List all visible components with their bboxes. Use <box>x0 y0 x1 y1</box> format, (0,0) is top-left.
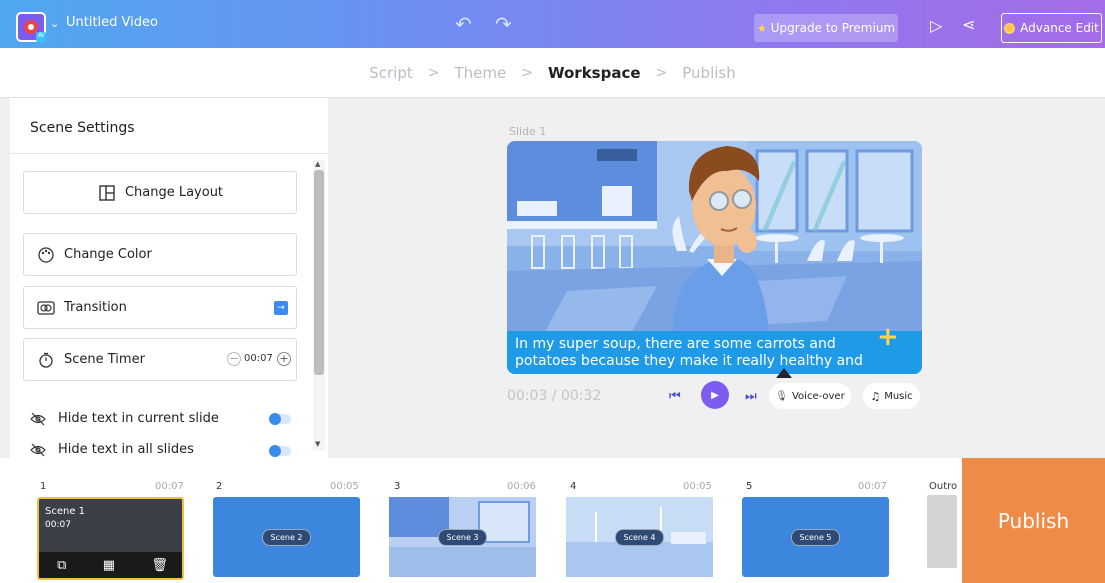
hide-text-current-label: Hide text in current slide <box>58 411 219 426</box>
app-logo[interactable]: AI <box>16 12 46 42</box>
skip-back-icon[interactable]: ⏮ <box>669 389 681 404</box>
scroll-down-icon[interactable]: ▼ <box>315 440 320 448</box>
layout-grid-icon[interactable]: ▦ <box>103 558 115 573</box>
scene-thumb-label: Scene 3 <box>438 528 487 546</box>
scene-duration: 00:05 <box>683 481 712 492</box>
timer-increment-button[interactable]: + <box>277 352 291 366</box>
music-label: Music <box>884 390 913 402</box>
step-separator: > <box>427 64 440 81</box>
caption-line-2: potatoes because they make it really hea… <box>515 353 863 369</box>
scene-thumb-label: Scene 5 <box>791 528 840 546</box>
scene-number: 2 <box>216 481 223 492</box>
voiceover-button[interactable]: 🎙 Voice-over <box>769 383 851 409</box>
scene-timer-label: Scene Timer <box>64 352 145 367</box>
change-layout-button[interactable]: Change Layout <box>23 171 297 214</box>
scene-settings-panel: Scene Settings Change Layout Change Colo… <box>10 98 328 458</box>
stepper-nav: Script > Theme > Workspace > Publish <box>0 48 1105 98</box>
scene-tools: ⧉ ▦ 🗑 <box>39 552 182 578</box>
scene-thumb-time: 00:07 <box>45 520 71 530</box>
transition-arrow-icon[interactable]: → <box>274 301 288 315</box>
caption-marker-icon <box>776 368 792 378</box>
music-icon: ♫ <box>870 389 881 403</box>
scroll-up-icon[interactable]: ▲ <box>315 160 320 168</box>
scrollbar-thumb[interactable] <box>314 170 324 375</box>
scene-thumbnail-2[interactable]: Scene 2 <box>213 497 360 577</box>
scene-thumbnail-3[interactable]: Scene 3 <box>389 497 536 577</box>
outro-thumbnail[interactable] <box>927 495 957 568</box>
step-workspace[interactable]: Workspace <box>548 64 641 82</box>
scene-number: 3 <box>394 481 401 492</box>
scene-duration: 00:06 <box>507 481 536 492</box>
skip-forward-icon[interactable]: ⏭ <box>745 389 757 404</box>
scene-thumbnail-5[interactable]: Scene 5 <box>742 497 889 577</box>
upgrade-label: Upgrade to Premium <box>770 21 896 35</box>
scene-thumb-label: Scene 2 <box>262 528 311 546</box>
step-theme[interactable]: Theme <box>455 64 507 82</box>
step-separator: > <box>521 64 533 81</box>
mic-icon: 🎙 <box>775 390 788 402</box>
play-button[interactable]: ▶ <box>701 381 729 409</box>
eye-off-icon <box>30 443 50 457</box>
publish-button[interactable]: Publish <box>962 458 1105 583</box>
scene-duration: 00:05 <box>330 481 359 492</box>
change-color-label: Change Color <box>64 247 152 262</box>
scene-thumb-label: Scene 1 <box>45 506 86 517</box>
video-title[interactable]: Untitled Video <box>66 15 158 30</box>
transition-button[interactable]: Transition → <box>23 286 297 329</box>
caption-line-1: In my super soup, there are some carrots… <box>515 336 836 352</box>
slide-label: Slide 1 <box>509 125 547 138</box>
timer-decrement-button[interactable]: − <box>227 352 241 366</box>
transition-icon <box>36 298 56 318</box>
advance-edit-button[interactable]: Advance Edit <box>1001 13 1102 43</box>
scene-thumbnail-1[interactable]: Scene 1 00:07 ⧉ ▦ 🗑 <box>37 497 184 580</box>
scene-timer-row: Scene Timer − 00:07 + <box>23 338 297 381</box>
playback-time: 00:03 / 00:32 <box>507 388 602 404</box>
hide-text-all-row: Hide text in all slides <box>30 442 194 457</box>
outro-label: Outro <box>929 481 958 492</box>
share-icon[interactable]: ⋖ <box>962 15 975 34</box>
star-icon: ★ <box>756 21 767 35</box>
step-script[interactable]: Script <box>369 64 413 82</box>
scene-duration: 00:07 <box>858 481 887 492</box>
advance-edit-icon <box>1004 22 1016 34</box>
chevron-down-icon[interactable]: ⌄ <box>50 17 59 30</box>
scene-thumbnail-4[interactable]: Scene 4 <box>566 497 713 577</box>
change-color-button[interactable]: Change Color <box>23 233 297 276</box>
timer-icon <box>36 350 56 370</box>
sparkle-icon: + <box>877 322 899 352</box>
hide-text-all-toggle[interactable] <box>269 445 291 457</box>
hide-text-current-row: Hide text in current slide <box>30 411 219 426</box>
redo-icon[interactable]: ↷ <box>495 12 512 36</box>
caption-overlay[interactable]: In my super soup, there are some carrots… <box>507 331 922 374</box>
scene-number: 1 <box>40 481 47 492</box>
scene-duration: 00:07 <box>155 481 184 492</box>
scene-number: 5 <box>746 481 753 492</box>
scene-thumb-label: Scene 4 <box>615 528 664 546</box>
palette-icon <box>36 245 56 265</box>
settings-scrollbar[interactable]: ▲ ▼ <box>313 160 325 450</box>
panel-title: Scene Settings <box>30 120 135 136</box>
step-publish[interactable]: Publish <box>682 64 735 82</box>
undo-icon[interactable]: ↶ <box>455 12 472 36</box>
music-button[interactable]: ♫ Music <box>863 383 920 409</box>
divider <box>10 153 328 154</box>
timer-value[interactable]: 00:07 <box>244 353 273 364</box>
step-separator: > <box>655 64 668 81</box>
eye-off-icon <box>30 412 50 426</box>
hide-text-current-toggle[interactable] <box>269 413 291 425</box>
hide-text-all-label: Hide text in all slides <box>58 442 194 457</box>
change-layout-label: Change Layout <box>124 185 224 200</box>
duplicate-icon[interactable]: ⧉ <box>57 558 66 573</box>
advance-edit-label: Advance Edit <box>1020 21 1099 35</box>
upgrade-button[interactable]: ★ Upgrade to Premium <box>754 14 898 42</box>
transition-label: Transition <box>64 300 127 315</box>
delete-icon[interactable]: 🗑 <box>151 558 168 573</box>
slide-preview[interactable]: In my super soup, there are some carrots… <box>507 141 922 374</box>
layout-icon <box>97 183 117 203</box>
voiceover-label: Voice-over <box>791 390 845 402</box>
preview-play-icon[interactable]: ▷ <box>930 16 942 35</box>
scene-number: 4 <box>570 481 577 492</box>
top-bar: AI ⌄ Untitled Video ↶ ↷ ★ Upgrade to Pre… <box>0 0 1105 48</box>
